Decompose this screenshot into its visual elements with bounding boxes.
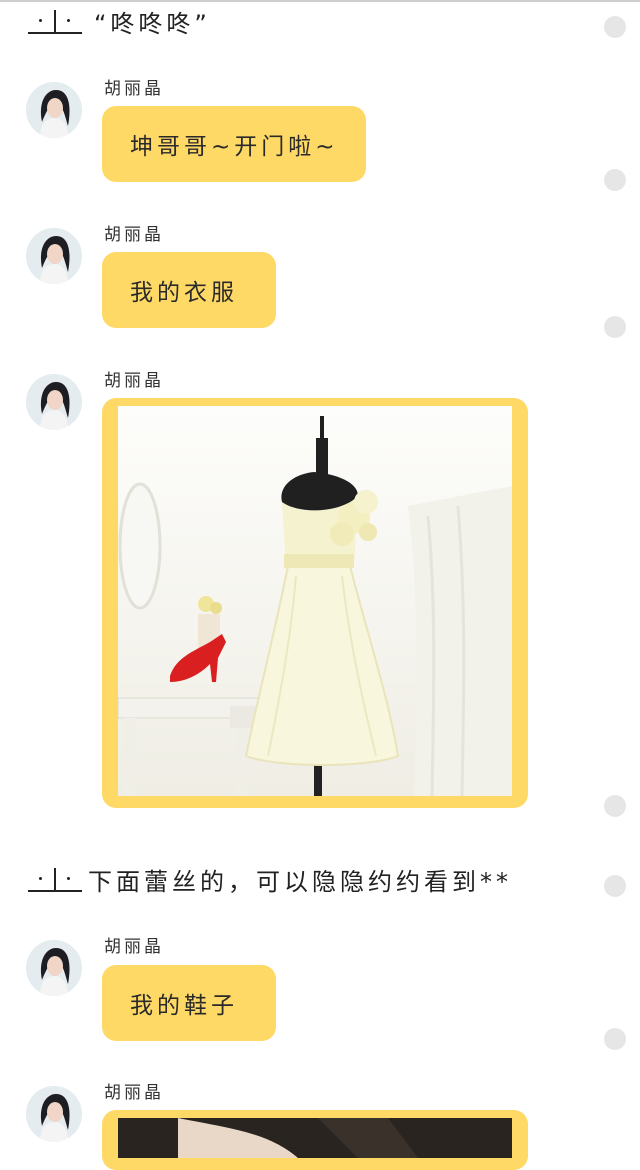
read-status-dot[interactable] bbox=[604, 875, 626, 897]
sender-avatar[interactable] bbox=[26, 940, 82, 996]
dress-photo[interactable] bbox=[118, 406, 512, 796]
status-divider bbox=[0, 0, 640, 2]
sender-name: 胡丽晶 bbox=[104, 225, 164, 245]
read-status-dot[interactable] bbox=[604, 1028, 626, 1050]
narration-line: “咚咚咚” bbox=[28, 4, 211, 39]
sender-name: 胡丽晶 bbox=[104, 79, 164, 99]
narration-marker-icon bbox=[28, 9, 82, 34]
sender-name: 胡丽晶 bbox=[104, 937, 164, 957]
narration-text: “咚咚咚” bbox=[94, 10, 211, 38]
sender-avatar[interactable] bbox=[26, 1086, 82, 1142]
read-status-dot[interactable] bbox=[604, 16, 626, 38]
message-text: 我的衣服 bbox=[130, 280, 238, 306]
message-bubble[interactable]: 坤哥哥~开门啦~ bbox=[102, 106, 366, 182]
message-bubble[interactable]: 我的衣服 bbox=[102, 252, 276, 328]
read-status-dot[interactable] bbox=[604, 316, 626, 338]
avatar-image bbox=[26, 940, 82, 996]
sender-avatar[interactable] bbox=[26, 374, 82, 430]
read-status-dot[interactable] bbox=[604, 795, 626, 817]
sender-name: 胡丽晶 bbox=[104, 371, 164, 391]
narration-text: 下面蕾丝的，可以隐隐约约看到** bbox=[88, 868, 512, 896]
read-status-dot[interactable] bbox=[604, 169, 626, 191]
sender-avatar[interactable] bbox=[26, 82, 82, 138]
image-message-bubble[interactable] bbox=[102, 398, 528, 808]
narration-line: 下面蕾丝的，可以隐隐约约看到** bbox=[28, 862, 512, 897]
avatar-image bbox=[26, 228, 82, 284]
avatar-image bbox=[26, 1086, 82, 1142]
message-text: 坤哥哥~开门啦~ bbox=[130, 134, 339, 160]
avatar-image bbox=[26, 374, 82, 430]
sender-avatar[interactable] bbox=[26, 228, 82, 284]
shoe-photo[interactable] bbox=[118, 1118, 512, 1158]
message-text: 我的鞋子 bbox=[130, 993, 238, 1019]
image-message-bubble[interactable] bbox=[102, 1110, 528, 1170]
message-bubble[interactable]: 我的鞋子 bbox=[102, 965, 276, 1041]
sender-name: 胡丽晶 bbox=[104, 1083, 164, 1103]
avatar-image bbox=[26, 82, 82, 138]
narration-marker-icon bbox=[28, 867, 82, 892]
